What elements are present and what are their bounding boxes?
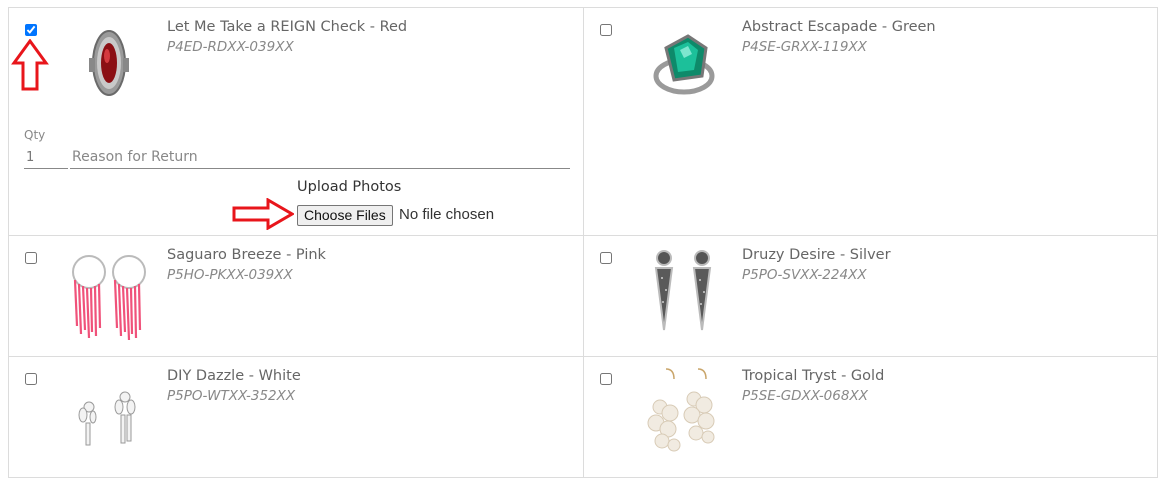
qty-label: Qty	[24, 128, 46, 142]
product-sku: P4ED-RDXX-039XX	[167, 39, 294, 55]
product-select-checkbox[interactable]	[600, 373, 612, 385]
product-sku: P5HO-PKXX-039XX	[167, 267, 293, 283]
product-sku: P5PO-WTXX-352XX	[167, 388, 296, 404]
product-name: Saguaro Breeze - Pink	[167, 247, 326, 263]
green-gem-ring-icon	[653, 34, 715, 95]
up-arrow-annotation-icon	[11, 39, 49, 91]
product-card: Saguaro Breeze - Pink P5HO-PKXX-039XX	[8, 235, 584, 357]
product-name: Let Me Take a REIGN Check - Red	[167, 19, 408, 35]
product-card: Tropical Tryst - Gold P5SE-GDXX-068XX	[583, 356, 1158, 478]
upload-photos-heading: Upload Photos	[297, 179, 402, 195]
pink-fringe-hoop-earrings-icon	[72, 255, 146, 341]
silver-druzy-earrings-icon	[654, 250, 712, 331]
choose-files-button[interactable]: Choose Files	[297, 205, 393, 226]
reason-for-return-input[interactable]	[70, 146, 570, 169]
product-sku: P4SE-GRXX-119XX	[742, 39, 867, 55]
product-select-checkbox[interactable]	[25, 24, 37, 36]
product-card: DIY Dazzle - White P5PO-WTXX-352XX	[8, 356, 584, 478]
product-select-checkbox[interactable]	[25, 373, 37, 385]
product-name: DIY Dazzle - White	[167, 368, 301, 384]
product-select-checkbox[interactable]	[600, 24, 612, 36]
product-card: Abstract Escapade - Green P4SE-GRXX-119X…	[583, 7, 1158, 236]
product-card: Druzy Desire - Silver P5PO-SVXX-224XX	[583, 235, 1158, 357]
red-marquise-ring-icon	[89, 30, 129, 96]
qty-input[interactable]	[24, 146, 68, 169]
product-sku: P5SE-GDXX-068XX	[742, 388, 868, 404]
right-arrow-annotation-icon	[232, 198, 294, 230]
product-name: Abstract Escapade - Green	[742, 19, 936, 35]
product-name: Druzy Desire - Silver	[742, 247, 891, 263]
product-select-checkbox[interactable]	[600, 252, 612, 264]
gold-shell-cluster-earrings-icon	[647, 368, 715, 452]
white-drop-earrings-icon	[78, 391, 136, 446]
product-return-grid: Let Me Take a REIGN Check - Red P4ED-RDX…	[8, 7, 1158, 478]
product-name: Tropical Tryst - Gold	[742, 368, 885, 384]
product-card: Let Me Take a REIGN Check - Red P4ED-RDX…	[8, 7, 584, 236]
file-status-text: No file chosen	[399, 206, 495, 223]
product-select-checkbox[interactable]	[25, 252, 37, 264]
product-sku: P5PO-SVXX-224XX	[742, 267, 867, 283]
